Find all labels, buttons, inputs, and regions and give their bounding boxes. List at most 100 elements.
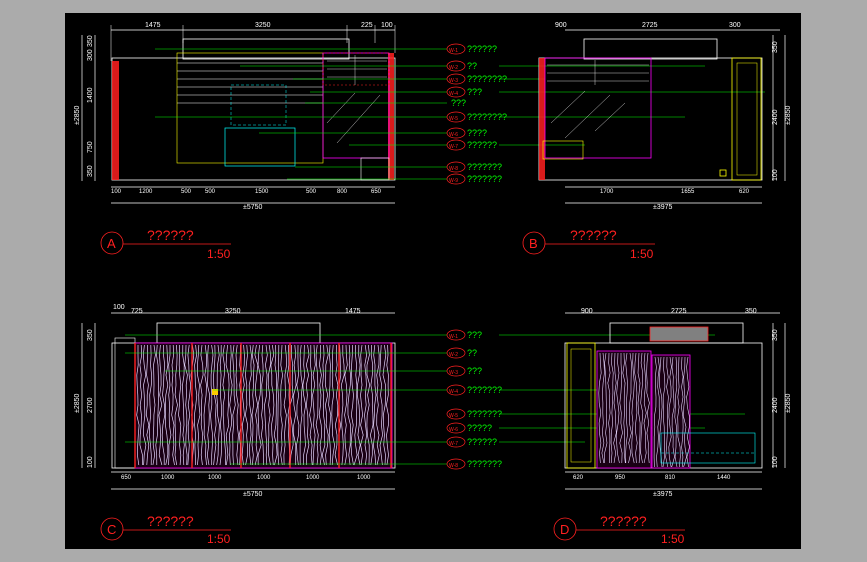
view-c-tag-8-text: ??????? bbox=[467, 459, 502, 469]
drawing-frame: 1475 3250 225 100 350 300 1400 750 350 ±… bbox=[65, 13, 801, 549]
view-d-title: ?????? bbox=[600, 513, 647, 529]
view-c-bottom-dim-3: 1000 bbox=[208, 475, 222, 481]
svg-text:W-3: W-3 bbox=[449, 370, 458, 376]
view-c-tag-3: W-3??? bbox=[446, 365, 482, 377]
view-a-tag-5-text: ??? bbox=[451, 98, 466, 108]
view-a-bottom-dim-4: 500 bbox=[205, 189, 216, 195]
svg-text:W-6: W-6 bbox=[449, 132, 458, 138]
view-b-scale: 1:50 bbox=[630, 247, 654, 261]
view-c-tag-4-text: ??????? bbox=[467, 385, 502, 395]
view-a-title: ?????? bbox=[147, 227, 194, 243]
view-c-top-dim-1: 100 bbox=[113, 304, 125, 311]
view-a-left-dim-4: 750 bbox=[87, 141, 94, 153]
view-c-elevation: 100 725 3250 1475 350 2700 100 ±2850 650… bbox=[74, 304, 447, 546]
view-c-tag-5-text: ??????? bbox=[467, 409, 502, 419]
view-a-bottom-dim-2: 1200 bbox=[139, 189, 153, 195]
view-a-tag-2: W-2?? bbox=[446, 60, 477, 72]
svg-text:W-1: W-1 bbox=[449, 334, 458, 340]
view-a-tag-7-text: ???? bbox=[467, 128, 487, 138]
cad-drawing: 1475 3250 225 100 350 300 1400 750 350 ±… bbox=[74, 22, 792, 546]
svg-text:W-7: W-7 bbox=[449, 441, 458, 447]
view-a-left-dim-3: 1400 bbox=[87, 87, 94, 103]
view-d-total: ±3975 bbox=[653, 491, 673, 498]
view-a-left-dim-5: 350 bbox=[87, 165, 94, 177]
view-a-tag-9: W-8??????? bbox=[446, 161, 502, 173]
view-c-tag-5: W-5??????? bbox=[446, 408, 502, 420]
view-a-tag-10-text: ??????? bbox=[467, 174, 502, 184]
svg-text:W-5: W-5 bbox=[449, 116, 458, 122]
svg-text:W-5: W-5 bbox=[449, 413, 458, 419]
svg-text:W-8: W-8 bbox=[449, 463, 458, 469]
view-b-height-total: ±2850 bbox=[785, 105, 792, 125]
view-a-tag-7: W-6???? bbox=[446, 127, 487, 139]
view-c-bottom-dim-6: 1000 bbox=[357, 475, 371, 481]
view-c-tag-7-text: ?????? bbox=[467, 437, 497, 447]
view-c-tag-2-text: ?? bbox=[467, 348, 477, 358]
view-c-bottom-dim-1: 650 bbox=[121, 475, 132, 481]
view-c-tag-7: W-7?????? bbox=[446, 436, 497, 448]
view-a-tag-4: W-4??? bbox=[446, 86, 482, 98]
view-a-bottom-dim-8: 650 bbox=[371, 189, 382, 195]
view-d-height-total: ±2850 bbox=[785, 393, 792, 413]
view-c-scale: 1:50 bbox=[207, 532, 231, 546]
view-a-elevation: 1475 3250 225 100 350 300 1400 750 350 ±… bbox=[74, 22, 447, 261]
view-c-height-total: ±2850 bbox=[74, 393, 81, 413]
view-c-title: ?????? bbox=[147, 513, 194, 529]
view-a-tag-10: W-9??????? bbox=[446, 173, 502, 185]
view-a-tag-5: ??? bbox=[451, 98, 466, 108]
view-b-bottom-dim-1: 1700 bbox=[600, 189, 614, 195]
view-b-total: ±3975 bbox=[653, 204, 673, 211]
view-a-tag-1: W-1?????? bbox=[446, 43, 497, 55]
view-c-top-dim-3: 3250 bbox=[225, 308, 241, 315]
view-c-left-dim-3: 100 bbox=[87, 456, 94, 468]
view-a-left-dim-2: 300 bbox=[87, 49, 94, 61]
view-a-total: ±5750 bbox=[243, 204, 263, 211]
view-d-bottom-dim-2: 950 bbox=[615, 475, 626, 481]
view-c-top-dim-2: 725 bbox=[131, 308, 143, 315]
svg-text:W-2: W-2 bbox=[449, 352, 458, 358]
view-a-bottom-dim-7: 800 bbox=[337, 189, 348, 195]
view-d-right-dim-1: 350 bbox=[772, 329, 779, 341]
view-a-top-dim-3: 225 bbox=[361, 22, 373, 29]
view-b-right-dim-2: 2400 bbox=[772, 109, 779, 125]
view-a-height-total: ±2850 bbox=[74, 105, 81, 125]
view-a-scale: 1:50 bbox=[207, 247, 231, 261]
view-b-id: B bbox=[529, 236, 538, 251]
view-a-tag-1-text: ?????? bbox=[467, 44, 497, 54]
view-a-tag-2-text: ?? bbox=[467, 61, 477, 71]
view-c-tag-3-text: ??? bbox=[467, 366, 482, 376]
view-a-tag-8-text: ?????? bbox=[467, 140, 497, 150]
view-a-tag-4-text: ??? bbox=[467, 87, 482, 97]
view-a-bottom-dim-1: 100 bbox=[111, 189, 122, 195]
view-a-tag-list: W-1?????? W-2?? W-3???????? W-4??? ??? W… bbox=[446, 43, 507, 185]
view-c-tag-2: W-2?? bbox=[446, 347, 477, 359]
svg-text:W-9: W-9 bbox=[449, 178, 458, 184]
svg-text:W-2: W-2 bbox=[449, 65, 458, 71]
view-a-bottom-dim-3: 500 bbox=[181, 189, 192, 195]
view-d-top-dim-3: 350 bbox=[745, 308, 757, 315]
svg-text:W-3: W-3 bbox=[449, 78, 458, 84]
view-c-tag-list: W-1??? W-2?? W-3??? W-4??????? W-5??????… bbox=[446, 329, 502, 470]
view-b-top-dim-3: 300 bbox=[729, 22, 741, 29]
view-a-id: A bbox=[107, 236, 116, 251]
svg-text:W-1: W-1 bbox=[449, 48, 458, 54]
svg-text:W-7: W-7 bbox=[449, 144, 458, 150]
view-b-right-dim-3: 100 bbox=[772, 169, 779, 181]
view-b-right-dim-1: 350 bbox=[772, 41, 779, 53]
view-d-bottom-dim-3: 810 bbox=[665, 475, 676, 481]
view-a-bottom-dim-5: 1500 bbox=[255, 189, 269, 195]
view-c-left-dim-1: 350 bbox=[87, 329, 94, 341]
view-d-top-dim-1: 900 bbox=[581, 308, 593, 315]
view-b-elevation: 900 2725 300 350 2400 100 ±2850 1700 165… bbox=[499, 22, 792, 261]
view-a-tag-6: W-5???????? bbox=[446, 111, 507, 123]
view-b-top-dim-2: 2725 bbox=[642, 22, 658, 29]
view-c-tag-6-text: ????? bbox=[467, 423, 492, 433]
view-d-elevation: 900 2725 350 350 2400 100 ±2850 620 950 … bbox=[499, 308, 792, 546]
view-a-bottom-dim-6: 500 bbox=[306, 189, 317, 195]
view-d-scale: 1:50 bbox=[661, 532, 685, 546]
view-c-bottom-dim-4: 1000 bbox=[257, 475, 271, 481]
view-d-id: D bbox=[560, 522, 569, 537]
view-d-top-dim-2: 2725 bbox=[671, 308, 687, 315]
view-a-tag-8: W-7?????? bbox=[446, 139, 497, 151]
view-c-bottom-dim-5: 1000 bbox=[306, 475, 320, 481]
